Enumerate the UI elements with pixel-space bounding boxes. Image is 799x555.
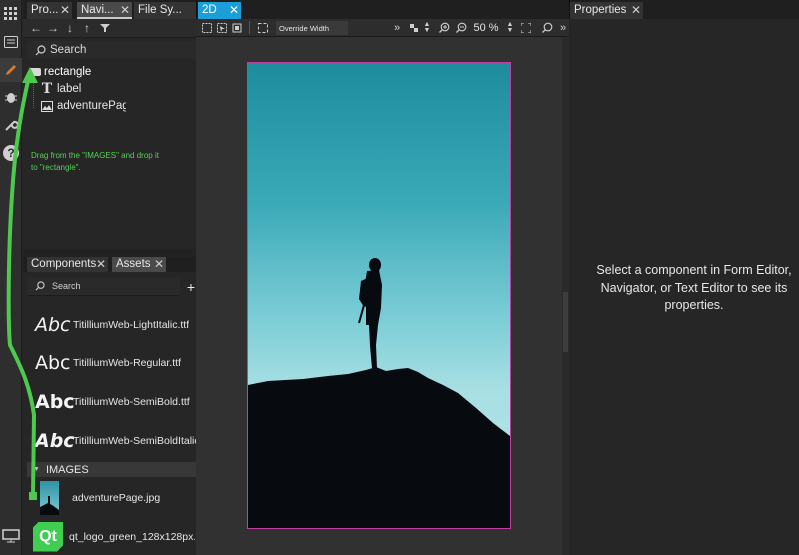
more-tools-icon[interactable]: » xyxy=(392,21,402,34)
close-icon[interactable]: ✕ xyxy=(60,3,70,17)
grid-apps-icon[interactable] xyxy=(2,5,20,23)
snap-icon[interactable] xyxy=(257,21,269,34)
qt-logo-badge: Qt xyxy=(33,521,63,552)
close-icon[interactable]: ✕ xyxy=(631,3,641,17)
asset-name: adventurePage.jpg xyxy=(72,492,161,504)
tab-projects[interactable]: Pro... ✕ xyxy=(27,2,72,19)
down-arrow-icon: ▼ xyxy=(423,26,431,34)
separator xyxy=(249,21,250,34)
tab-navigator[interactable]: Navi... ✕ xyxy=(77,2,132,19)
more-tools-right-icon[interactable]: » xyxy=(558,21,568,34)
editor-tab-strip xyxy=(196,0,569,19)
tab-properties[interactable]: Properties ✕ xyxy=(570,2,643,19)
navigator-item-label: label xyxy=(57,83,82,95)
welcome-icon[interactable] xyxy=(2,33,20,51)
background-checker-icon[interactable] xyxy=(409,21,419,34)
scrollbar-thumb[interactable] xyxy=(563,292,568,352)
properties-empty-message: Select a component in Form Editor, Navig… xyxy=(596,263,792,312)
close-icon[interactable]: ✕ xyxy=(229,3,239,17)
monitor-icon[interactable] xyxy=(1,528,21,544)
list-item[interactable]: Qt qt_logo_green_128x128px.png xyxy=(27,518,197,555)
tab-assets[interactable]: Assets ✕ xyxy=(112,257,166,272)
tab-2d[interactable]: 2D ✕ xyxy=(198,2,241,19)
spin-arrows-icon[interactable]: ▲ ▼ xyxy=(422,21,432,34)
tab-label: File Sy... xyxy=(138,4,182,16)
fit-to-view-icon[interactable] xyxy=(520,21,532,34)
tab-label: 2D xyxy=(202,4,217,16)
arrow-right-icon[interactable]: → xyxy=(46,21,60,35)
close-icon[interactable]: ✕ xyxy=(120,3,130,17)
asset-name: TitilliumWeb-Regular.ttf xyxy=(73,357,181,369)
close-icon[interactable]: ✕ xyxy=(96,257,106,271)
tab-file-system[interactable]: File Sy... xyxy=(134,2,196,19)
tab-label: Properties xyxy=(574,4,627,16)
asset-name: qt_logo_green_128x128px.png xyxy=(69,530,195,543)
asset-name: TitilliumWeb-LightItalic.ttf xyxy=(73,319,190,331)
reset-view-icon[interactable] xyxy=(541,21,553,34)
navigator-item-label-element[interactable]: T label xyxy=(40,81,196,97)
tab-label: Navi... xyxy=(81,4,114,16)
canvas-scrollbar[interactable] xyxy=(562,37,569,555)
adventure-page-image xyxy=(248,258,510,528)
filter-icon[interactable] xyxy=(98,21,112,35)
zoom-arrows-icon[interactable]: ▲ ▼ xyxy=(505,21,515,34)
asset-name: TitilliumWeb-SemiBold.ttf xyxy=(73,396,190,408)
tab-label: Pro... xyxy=(31,4,59,16)
arrow-down-icon[interactable]: ↓ xyxy=(63,21,77,35)
asset-name: TitilliumWeb-SemiBoldItalic.ttf xyxy=(73,435,197,447)
zoom-level[interactable]: 50 % xyxy=(470,21,502,34)
override-width-label: Override Width xyxy=(279,23,330,33)
drag-arrow-annotation xyxy=(6,67,38,500)
anchor-icon[interactable] xyxy=(231,21,243,34)
arrow-up-icon[interactable]: ↑ xyxy=(80,21,94,35)
select-tool-icon[interactable] xyxy=(201,21,213,34)
arrow-left-icon[interactable]: ← xyxy=(29,21,43,35)
zoom-in-icon[interactable] xyxy=(438,21,450,34)
zoom-out-icon[interactable] xyxy=(455,21,467,34)
add-asset-button[interactable]: + xyxy=(186,278,196,296)
navigator-item-label: adventurePage xyxy=(57,100,126,112)
search-icon xyxy=(32,44,48,56)
design-surface[interactable] xyxy=(247,62,511,529)
override-width-field[interactable]: Override Width xyxy=(276,21,348,35)
close-icon[interactable]: ✕ xyxy=(154,257,164,271)
select-item-icon[interactable] xyxy=(216,21,228,34)
tab-label: Assets xyxy=(116,258,151,270)
down-arrow-icon: ▼ xyxy=(506,26,514,34)
